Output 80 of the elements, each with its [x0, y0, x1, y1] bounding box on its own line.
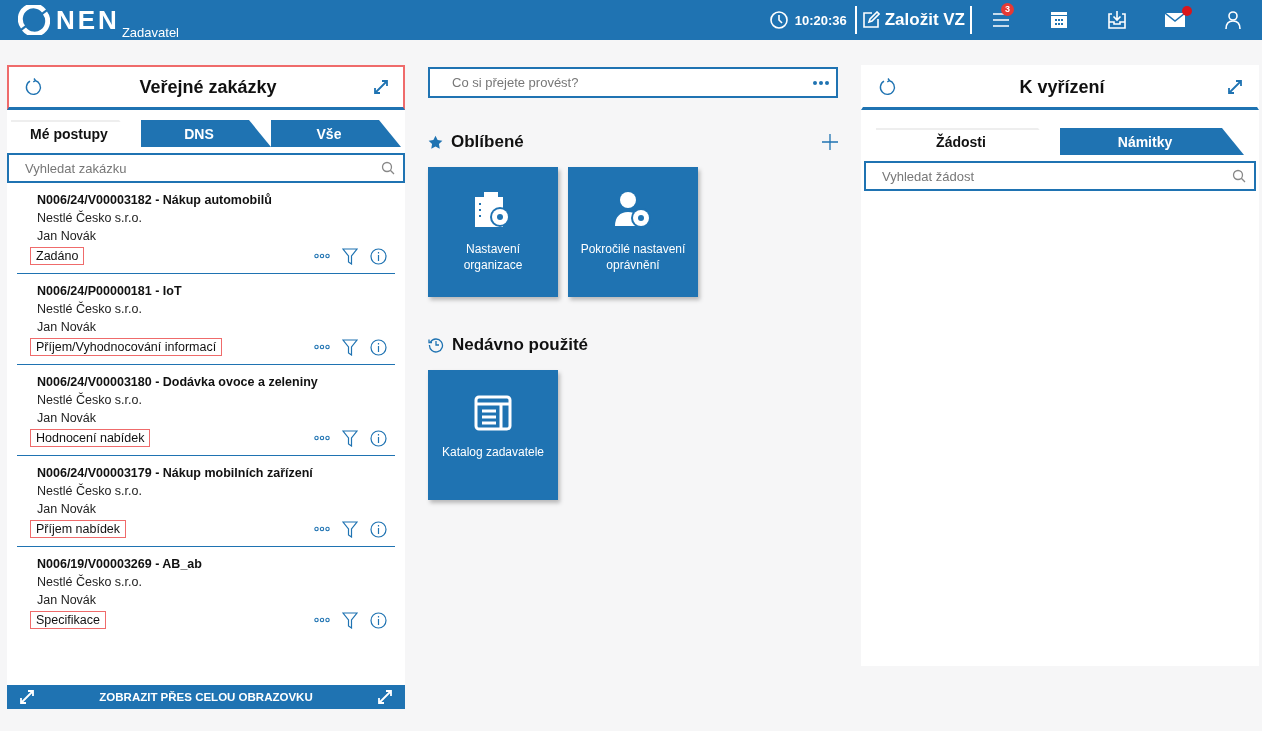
more-icon[interactable] [314, 253, 330, 259]
item-person: Jan Novák [37, 320, 98, 334]
clock-icon [768, 10, 789, 30]
logo-icon [18, 5, 50, 35]
search-icon[interactable] [1232, 169, 1246, 183]
procurement-item[interactable]: N006/24/P00000181 - IoT Nestlé Česko s.r.o. Jan Novák Příjem/Vyhodnocování informací [17, 274, 395, 365]
command-field[interactable]: Co si přejete provést? [428, 67, 838, 98]
item-title: N006/24/V00003179 - Nákup mobilních zařízení [37, 466, 314, 480]
item-organization: Nestlé Česko s.r.o. [37, 393, 143, 407]
star-icon [428, 134, 443, 150]
refresh-icon[interactable] [23, 77, 43, 97]
item-organization: Nestlé Česko s.r.o. [37, 484, 143, 498]
more-icon[interactable] [314, 526, 330, 532]
item-organization: Nestlé Česko s.r.o. [37, 211, 143, 225]
mail-icon [1165, 12, 1185, 28]
menu-button[interactable]: 3 [972, 0, 1030, 40]
item-title: N006/24/P00000181 - IoT [37, 284, 183, 298]
procurement-item[interactable]: N006/19/V00003269 - AB_ab Nestlé Česko s.r.o. Jan Novák Specifikace [17, 547, 395, 637]
logo-text: NEN [56, 5, 120, 35]
section-title: Oblíbené [451, 132, 525, 152]
item-person: Jan Novák [37, 411, 98, 425]
edit-icon [861, 11, 880, 29]
item-person: Jan Novák [37, 229, 98, 243]
menu-icon [991, 10, 1011, 30]
item-status: Příjem/Vyhodnocování informací [30, 338, 223, 356]
search-field[interactable]: Vyhledat zakázku [7, 153, 405, 183]
item-person: Jan Novák [37, 502, 98, 516]
search-icon[interactable] [381, 161, 395, 175]
filter-icon[interactable] [342, 520, 358, 538]
item-organization: Nestlé Česko s.r.o. [37, 575, 143, 589]
app-role: Zadavatel [121, 25, 179, 40]
expand-icon[interactable] [1227, 79, 1243, 95]
item-status: Příjem nabídek [30, 520, 127, 538]
search-field[interactable]: Vyhledat žádost [864, 161, 1256, 191]
inbox-download-icon [1107, 10, 1127, 30]
panel-title: Veřejné zakázky [139, 76, 277, 98]
filter-icon[interactable] [342, 611, 358, 629]
item-title: N006/19/V00003269 - AB_ab [37, 557, 203, 571]
info-icon[interactable] [370, 520, 387, 538]
more-icon[interactable] [314, 344, 330, 350]
item-person: Jan Novák [37, 593, 98, 607]
item-title: N006/24/V00003182 - Nákup automobilů [37, 193, 273, 207]
history-icon [428, 337, 444, 353]
more-icon[interactable] [812, 79, 830, 86]
tab[interactable]: Vše [271, 120, 401, 147]
procurement-item[interactable]: N006/24/V00003180 - Dodávka ovoce a zeleniny Nestlé Česko s.r.o. Jan Novák Hodnocení nabídek [17, 365, 395, 456]
item-organization: Nestlé Česko s.r.o. [37, 302, 143, 316]
info-icon[interactable] [370, 611, 387, 629]
more-icon[interactable] [314, 617, 330, 623]
info-icon[interactable] [370, 247, 387, 265]
item-status: Specifikace [30, 611, 106, 629]
user-icon [1225, 11, 1241, 29]
command-input[interactable]: Co si přejete provést? [450, 74, 812, 91]
notification-badge: 3 [1001, 3, 1014, 16]
filter-icon[interactable] [342, 247, 358, 265]
filter-icon[interactable] [342, 429, 358, 447]
filter-icon[interactable] [342, 338, 358, 356]
section-title: Nedávno použité [452, 335, 589, 355]
tab[interactable]: Námitky [1060, 128, 1244, 155]
item-status: Zadáno [30, 247, 85, 265]
user-gear-icon [614, 191, 652, 229]
expand-icon[interactable] [373, 79, 389, 95]
shortcut-tile[interactable]: Nastavení organizace [428, 167, 558, 297]
panel-title: K vyřízení [1019, 76, 1105, 98]
tab[interactable]: DNS [141, 120, 271, 147]
shortcut-tile[interactable]: Pokročilé nastavení oprávnění [568, 167, 698, 297]
procurement-item[interactable]: N006/24/V00003179 - Nákup mobilních zařízení Nestlé Česko s.r.o. Jan Novák Příjem nabídek [17, 456, 395, 547]
calendar-icon [1050, 11, 1068, 29]
clock-time: 10:20:36 [794, 12, 847, 28]
procurement-item[interactable]: N006/24/V00003182 - Nákup automobilů Nestlé Česko s.r.o. Jan Novák Zadáno [17, 183, 395, 274]
item-title: N006/24/V00003180 - Dodávka ovoce a zeleniny [37, 375, 319, 389]
info-icon[interactable] [370, 338, 387, 356]
catalog-icon [474, 394, 512, 432]
shortcut-tile[interactable]: Katalog zadavatele [428, 370, 558, 500]
refresh-icon[interactable] [877, 77, 897, 97]
info-icon[interactable] [370, 429, 387, 447]
item-status: Hodnocení nabídek [30, 429, 151, 447]
create-button[interactable]: Založit VZ [856, 10, 970, 30]
add-icon[interactable] [822, 134, 838, 150]
more-icon[interactable] [314, 435, 330, 441]
